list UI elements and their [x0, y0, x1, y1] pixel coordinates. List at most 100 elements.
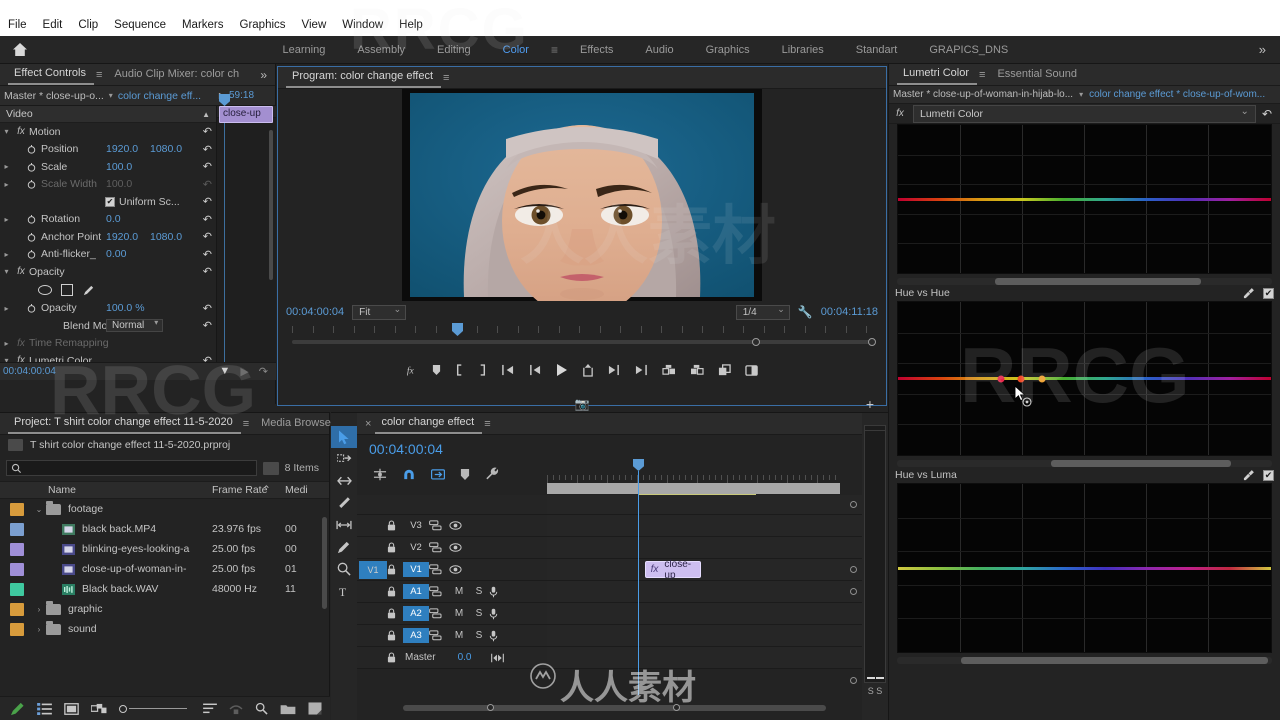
- track-voiceover-icon[interactable]: [489, 630, 509, 642]
- label-color-chip[interactable]: [10, 562, 24, 576]
- property-value-y[interactable]: 1080.0: [150, 143, 182, 155]
- play-audio-icon[interactable]: ▶: [240, 365, 248, 378]
- filter-icon[interactable]: ▼: [219, 365, 230, 378]
- effect-group-motion[interactable]: ▾ fx Motion ↶: [0, 123, 216, 141]
- track-name-a3[interactable]: A3: [403, 628, 429, 643]
- zoom-level-dropdown[interactable]: Fit: [352, 304, 407, 320]
- chevron-right-icon[interactable]: ▸: [0, 180, 13, 189]
- hue-saturation-curve-scrollbar[interactable]: [897, 278, 1272, 285]
- program-monitor-current-timecode[interactable]: 00:04:00:04: [286, 306, 344, 318]
- workspace-tab-effects[interactable]: Effects: [564, 40, 629, 60]
- button-add-marker[interactable]: [432, 364, 441, 376]
- timeline-playhead[interactable]: [633, 459, 644, 695]
- hue-vs-luma-curve-enable-checkbox[interactable]: ✔: [1263, 469, 1274, 481]
- button-insert[interactable]: [661, 364, 676, 376]
- property-uniform-sc-[interactable]: ✔ Uniform Sc... ↶: [0, 193, 216, 211]
- lumetri-effect-dropdown[interactable]: Lumetri Color: [913, 104, 1256, 123]
- project-item-row[interactable]: › graphic: [0, 599, 329, 619]
- master-pan-icon[interactable]: [471, 653, 505, 663]
- property-value-x[interactable]: 1920.0: [106, 231, 138, 243]
- label-color-chip[interactable]: [10, 522, 24, 536]
- button-mark-in[interactable]: [455, 364, 464, 376]
- reset-icon[interactable]: ↶: [203, 230, 212, 243]
- button-comparison-view[interactable]: [744, 364, 759, 377]
- button-overwrite[interactable]: [690, 364, 704, 376]
- stopwatch-icon[interactable]: [27, 179, 41, 189]
- curve-control-point[interactable]: [997, 375, 1005, 382]
- property-scale[interactable]: ▸ Scale 100.0 ↶: [0, 158, 216, 176]
- menu-item-file[interactable]: File: [0, 17, 35, 33]
- property-rotation[interactable]: ▸ Rotation 0.0 ↶: [0, 211, 216, 229]
- track-solo-button[interactable]: S: [469, 608, 489, 619]
- hue-vs-hue-curve[interactable]: [897, 301, 1272, 456]
- effect-controls-clip-bar[interactable]: close-up: [219, 106, 273, 123]
- workspace-menu-icon[interactable]: ≡: [545, 43, 564, 57]
- chevron-right-icon[interactable]: ▸: [0, 250, 13, 259]
- track-target-v2[interactable]: [359, 539, 387, 557]
- pen-tool[interactable]: [331, 536, 357, 558]
- curve-control-point[interactable]: [1017, 375, 1025, 382]
- track-lane-v1[interactable]: fx close-up: [547, 559, 862, 581]
- button-fx[interactable]: fx: [406, 364, 418, 376]
- audio-meter[interactable]: [864, 425, 886, 683]
- project-sort-button[interactable]: [203, 703, 217, 714]
- track-name-a2[interactable]: A2: [403, 606, 429, 621]
- program-monitor-menu-icon[interactable]: ≡: [441, 72, 455, 84]
- timeline-settings-button[interactable]: [485, 467, 499, 481]
- track-sync-lock-icon[interactable]: [429, 564, 449, 575]
- effect-controls-menu-icon[interactable]: ≡: [94, 69, 108, 81]
- stopwatch-icon[interactable]: [27, 144, 41, 154]
- label-color-chip[interactable]: [10, 502, 24, 516]
- settings-wrench-icon[interactable]: 🔧: [798, 305, 813, 319]
- workspace-tab-grapics-dns[interactable]: GRAPICS_DNS: [913, 40, 1024, 60]
- project-zoom-slider[interactable]: [119, 704, 187, 713]
- effect-controls-overflow[interactable]: »: [252, 68, 275, 82]
- track-eye-icon[interactable]: [449, 543, 469, 552]
- workspace-tab-editing[interactable]: Editing: [421, 40, 487, 60]
- pen-mask-icon[interactable]: [82, 284, 95, 297]
- timeline-menu-icon[interactable]: ≡: [482, 418, 496, 430]
- loop-icon[interactable]: ↷: [259, 365, 268, 378]
- property-value-x[interactable]: 100.0: [106, 161, 132, 173]
- track-voiceover-icon[interactable]: [489, 586, 509, 598]
- button-go-to-in[interactable]: [501, 364, 515, 376]
- twirl-icon[interactable]: ⌄: [32, 505, 46, 514]
- slip-tool[interactable]: [331, 514, 357, 536]
- button-step-forward[interactable]: [608, 364, 620, 376]
- stopwatch-icon[interactable]: [27, 214, 41, 224]
- hue-vs-hue-curve-enable-checkbox[interactable]: ✔: [1263, 287, 1274, 299]
- zoom-slider-track[interactable]: [129, 707, 187, 710]
- track-lock-icon[interactable]: [387, 520, 403, 531]
- track-name-v3[interactable]: V3: [403, 518, 429, 533]
- effect-controls-video-section[interactable]: Video ▲: [0, 106, 216, 123]
- property-blend-mode[interactable]: Blend Mode Normal ▾ ↶: [0, 317, 216, 335]
- track-knob[interactable]: [850, 566, 857, 573]
- zoom-handle-right[interactable]: [868, 337, 876, 346]
- button-go-to-out[interactable]: [634, 364, 648, 376]
- track-target-a2[interactable]: [359, 605, 387, 623]
- linked-selection-toggle[interactable]: [431, 468, 445, 481]
- effect-controls-timeline[interactable]: close-up: [216, 94, 276, 380]
- label-color-chip[interactable]: [10, 542, 24, 556]
- workspace-overflow-button[interactable]: »: [1251, 42, 1280, 57]
- stopwatch-icon[interactable]: [27, 249, 41, 259]
- zoom-slider-knob[interactable]: [119, 704, 127, 713]
- twirl-icon[interactable]: ›: [32, 605, 46, 614]
- project-find-button[interactable]: [255, 702, 268, 715]
- hue-vs-hue-curve-spectrum-line[interactable]: [898, 377, 1271, 380]
- hue-saturation-curve[interactable]: [897, 124, 1272, 274]
- button-lift[interactable]: [582, 363, 594, 377]
- button-play-stop[interactable]: [555, 363, 568, 377]
- hue-vs-hue-curve-scrollbar[interactable]: [897, 460, 1272, 467]
- track-sync-lock-icon[interactable]: [429, 608, 449, 619]
- workspace-tab-audio[interactable]: Audio: [629, 40, 689, 60]
- ellipse-mask-icon[interactable]: [38, 285, 52, 295]
- eyedropper-icon[interactable]: [1243, 469, 1255, 481]
- menu-item-view[interactable]: View: [294, 17, 335, 33]
- button-export-frame[interactable]: [718, 363, 731, 377]
- track-eye-icon[interactable]: [449, 565, 469, 574]
- tab-sequence[interactable]: color change effect: [375, 413, 483, 434]
- project-icon-view-button[interactable]: [64, 702, 79, 715]
- effect-group-time-remapping[interactable]: ▸ fx Time Remapping: [0, 335, 216, 353]
- track-sync-lock-icon[interactable]: [429, 630, 449, 641]
